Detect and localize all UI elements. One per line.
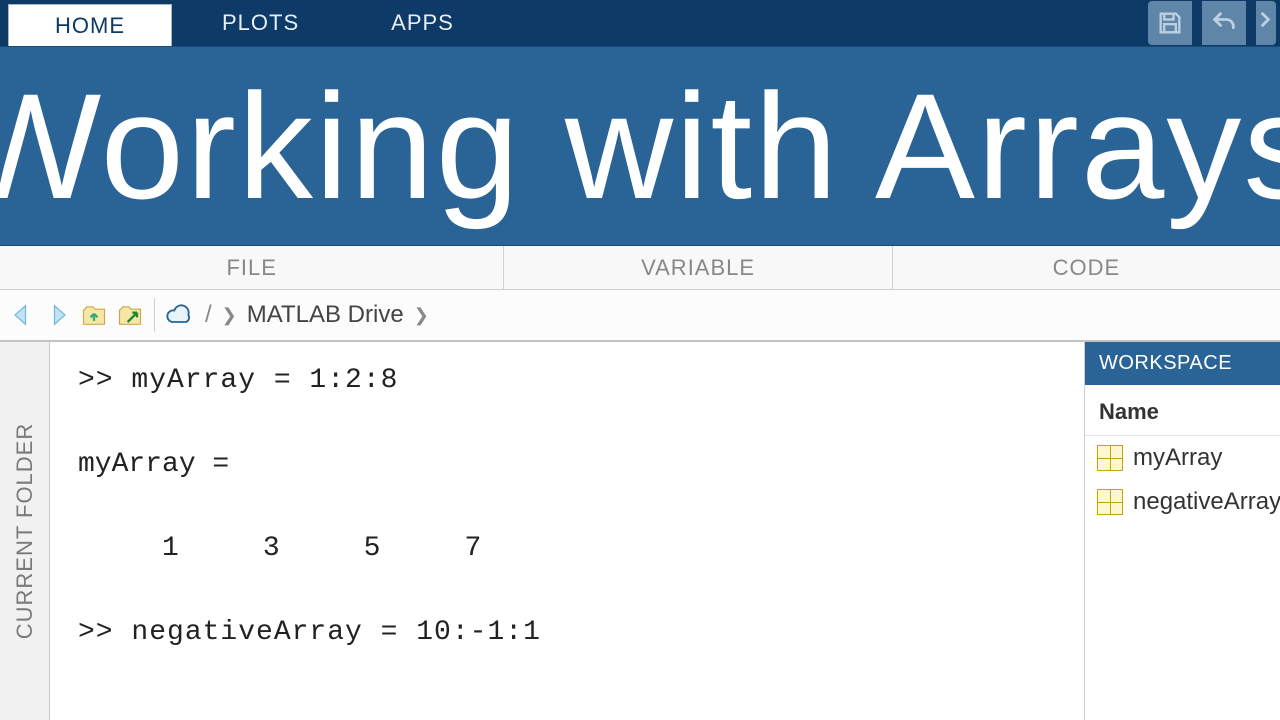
command-window[interactable]: >> myArray = 1:2:8 myArray = 1 3 5 7 >> … xyxy=(50,342,1084,720)
workspace-panel: WORKSPACE Name myArray negativeArray xyxy=(1084,342,1280,720)
main-area: CURRENT FOLDER >> myArray = 1:2:8 myArra… xyxy=(0,342,1280,720)
breadcrumb-folder[interactable]: MATLAB Drive xyxy=(247,301,404,329)
workspace-variable[interactable]: myArray xyxy=(1085,436,1280,480)
variable-icon xyxy=(1097,489,1123,515)
workspace-title: WORKSPACE xyxy=(1085,342,1280,385)
section-variable: VARIABLE xyxy=(504,246,892,289)
tab-plots[interactable]: PLOTS xyxy=(176,0,345,46)
toolstrip-tabs: HOME PLOTS APPS xyxy=(0,0,1280,46)
save-icon[interactable] xyxy=(1148,1,1192,45)
undo-icon[interactable] xyxy=(1202,1,1246,45)
cmd-line: >> negativeArray = 10:-1:1 xyxy=(78,617,541,648)
cmd-output: 1 3 5 7 xyxy=(78,533,481,564)
section-file: FILE xyxy=(0,246,504,289)
redo-icon[interactable] xyxy=(1256,1,1276,45)
browse-folder-icon[interactable] xyxy=(114,299,146,331)
cmd-output: myArray = xyxy=(78,449,229,480)
chevron-right-icon: ❯ xyxy=(222,305,237,326)
workspace-variable[interactable]: negativeArray xyxy=(1085,480,1280,524)
tab-apps[interactable]: APPS xyxy=(345,0,500,46)
toolstrip-section-labels: FILE VARIABLE CODE xyxy=(0,246,1280,290)
workspace-column-name[interactable]: Name xyxy=(1085,385,1280,436)
address-separator xyxy=(154,298,155,332)
address-bar: / ❯ MATLAB Drive ❯ xyxy=(0,290,1280,342)
nav-forward-icon[interactable] xyxy=(42,299,74,331)
variable-name: myArray xyxy=(1133,444,1222,472)
variable-name: negativeArray xyxy=(1133,488,1280,516)
current-folder-panel-collapsed[interactable]: CURRENT FOLDER xyxy=(0,342,50,720)
current-folder-label: CURRENT FOLDER xyxy=(12,423,38,640)
breadcrumb[interactable]: / ❯ MATLAB Drive ❯ xyxy=(199,301,429,329)
cloud-drive-icon[interactable] xyxy=(163,299,195,331)
banner-title: Working with Arrays xyxy=(0,71,1280,221)
breadcrumb-root: / xyxy=(205,301,212,329)
tabstrip-spacer xyxy=(500,0,1148,46)
nav-back-icon[interactable] xyxy=(6,299,38,331)
variable-icon xyxy=(1097,445,1123,471)
section-code: CODE xyxy=(893,246,1280,289)
tab-home[interactable]: HOME xyxy=(8,4,172,46)
up-folder-icon[interactable] xyxy=(78,299,110,331)
quick-access-toolbar xyxy=(1148,0,1280,46)
chevron-right-icon: ❯ xyxy=(414,305,429,326)
title-banner: Working with Arrays xyxy=(0,46,1280,246)
cmd-line: >> myArray = 1:2:8 xyxy=(78,365,398,396)
